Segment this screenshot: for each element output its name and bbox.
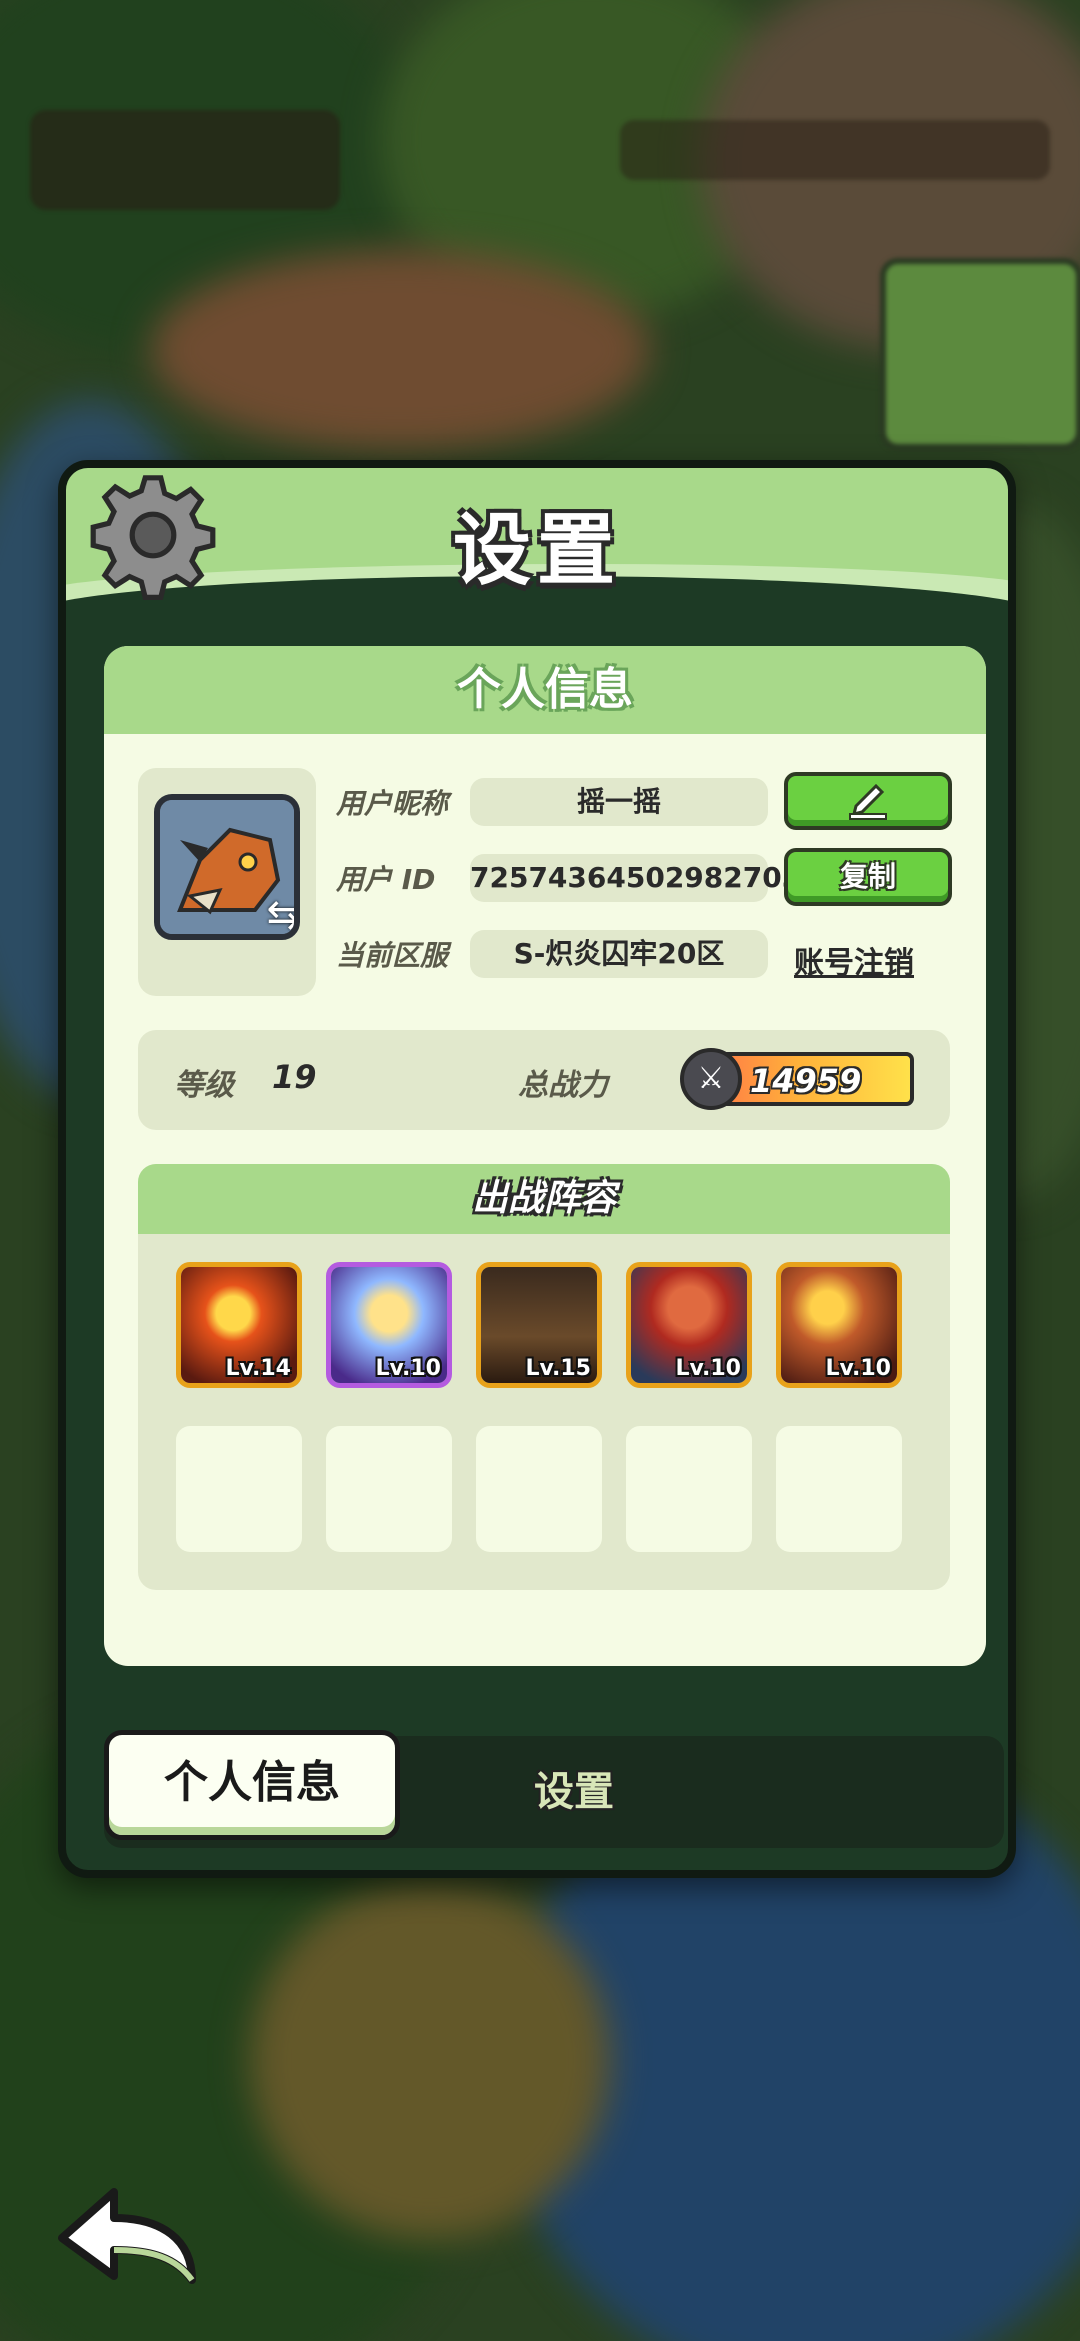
empty-hero-slot[interactable]: [476, 1426, 602, 1552]
hero-card[interactable]: Lv.10: [776, 1262, 902, 1388]
empty-hero-slot[interactable]: [626, 1426, 752, 1552]
settings-dialog: 设置 个人信息 ⇆ 用户昵称 摇一摇 用户 ID 725743645029827…: [58, 460, 1016, 1878]
nickname-label: 用户昵称: [336, 787, 449, 820]
power-value: 14959: [750, 1062, 862, 1100]
swap-icon: ⇆: [266, 892, 300, 938]
tab-personal-info[interactable]: 个人信息: [104, 1730, 400, 1840]
resource-hud: [620, 120, 1050, 180]
minimap: [880, 258, 1080, 450]
level-value: 19: [272, 1058, 317, 1096]
empty-hero-slot[interactable]: [176, 1426, 302, 1552]
edit-nickname-button[interactable]: [784, 772, 952, 830]
cancel-account-link[interactable]: 账号注销: [794, 938, 914, 982]
empty-hero-slot[interactable]: [776, 1426, 902, 1552]
panel-title: 个人信息: [104, 646, 986, 734]
level-label: 等级: [174, 1068, 234, 1103]
nickname-field: 摇一摇: [470, 778, 768, 826]
power-label: 总战力: [518, 1068, 608, 1103]
team-title: 出战阵容: [138, 1164, 950, 1234]
hero-card[interactable]: Lv.10: [326, 1262, 452, 1388]
tab-settings[interactable]: 设置: [444, 1736, 704, 1848]
empty-hero-slot[interactable]: [326, 1426, 452, 1552]
hero-card[interactable]: Lv.15: [476, 1262, 602, 1388]
user-id-label: 用户 ID: [336, 863, 436, 896]
dialog-tabs: 个人信息 设置: [104, 1730, 1004, 1848]
stats-row: 等级 19 总战力 ⚔ 14959: [138, 1030, 950, 1130]
player-hud: [30, 110, 340, 210]
avatar-box: ⇆: [138, 768, 316, 996]
back-arrow-icon[interactable]: [52, 2180, 202, 2290]
personal-info-panel: 个人信息 ⇆ 用户昵称 摇一摇 用户 ID 72574364502982703 …: [104, 646, 986, 1666]
avatar[interactable]: ⇆: [154, 794, 300, 940]
crossed-swords-icon: ⚔: [680, 1048, 742, 1110]
hero-card[interactable]: Lv.14: [176, 1262, 302, 1388]
server-field: S-炽炎囚牢20区: [470, 930, 768, 978]
copy-id-button[interactable]: 复制: [784, 848, 952, 906]
power-badge: ⚔ 14959: [680, 1048, 914, 1110]
user-id-field: 72574364502982703: [470, 854, 801, 902]
server-label: 当前区服: [336, 939, 449, 972]
team-lineup: 出战阵容 Lv.14 Lv.10 Lv.15 Lv.10 Lv.10: [138, 1164, 950, 1590]
gear-icon: [90, 475, 216, 600]
hero-card[interactable]: Lv.10: [626, 1262, 752, 1388]
pencil-icon: [849, 783, 887, 820]
